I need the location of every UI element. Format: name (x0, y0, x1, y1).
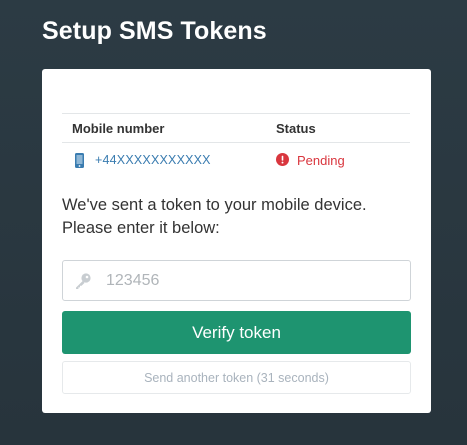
column-header-status: Status (276, 120, 316, 136)
alert-circle-icon (276, 153, 290, 167)
status-badge: Pending (297, 152, 345, 168)
token-table: Mobile number Status +44XXXXXXXXXXX Pend… (62, 113, 410, 177)
token-input[interactable] (106, 261, 410, 300)
token-field[interactable] (62, 260, 411, 301)
table-header: Mobile number Status (62, 113, 410, 143)
mobile-phone-icon (72, 151, 86, 169)
table-row: +44XXXXXXXXXXX Pending (62, 143, 410, 177)
number-cell: +44XXXXXXXXXXX (62, 151, 276, 169)
instructions-text: We've sent a token to your mobile device… (62, 194, 410, 240)
resend-token-button[interactable]: Send another token (31 seconds) (62, 361, 411, 394)
instructions-line-2: Please enter it below: (62, 219, 220, 237)
instructions-line-1: We've sent a token to your mobile device… (62, 196, 367, 214)
sms-setup-card: Mobile number Status +44XXXXXXXXXXX Pend… (42, 69, 431, 413)
verify-token-button[interactable]: Verify token (62, 311, 411, 354)
status-cell: Pending (276, 153, 410, 168)
key-icon (74, 272, 92, 290)
page-title: Setup SMS Tokens (42, 17, 267, 45)
mobile-number-link[interactable]: +44XXXXXXXXXXX (95, 153, 211, 167)
column-header-number: Mobile number (72, 120, 165, 136)
